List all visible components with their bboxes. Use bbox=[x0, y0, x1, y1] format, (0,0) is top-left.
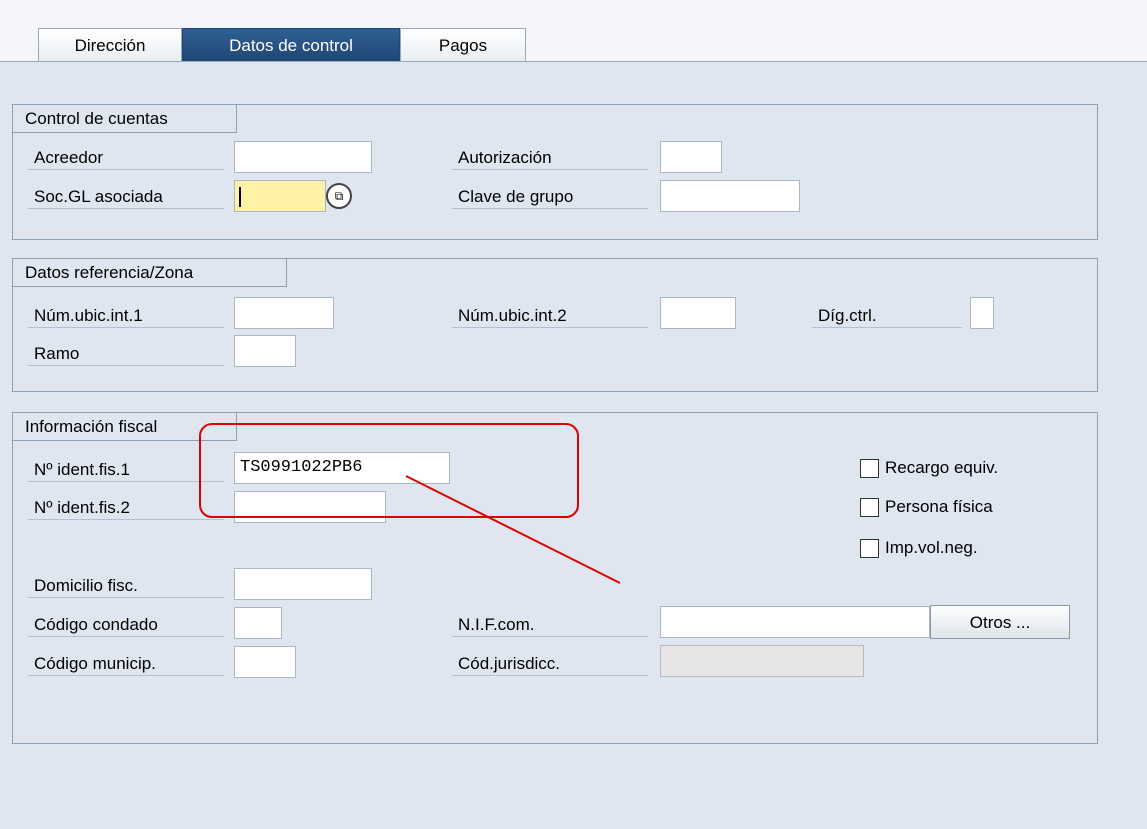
annotation-rectangle bbox=[199, 423, 579, 518]
annotation-arrow bbox=[405, 475, 621, 584]
annotation-overlay bbox=[199, 423, 621, 584]
